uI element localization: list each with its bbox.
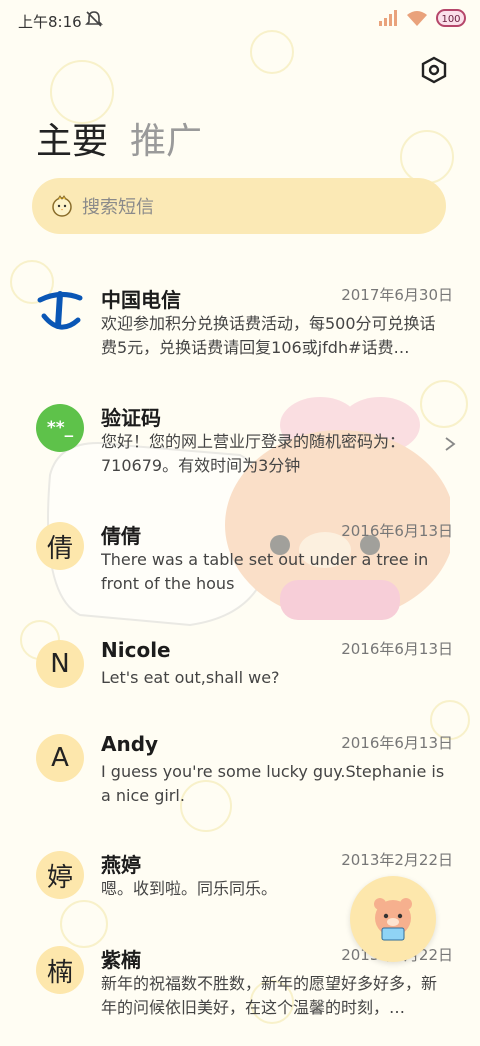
- conversation-item[interactable]: **_ 验证码 您好！您的网上营业厅登录的随机密码为：710679。有效时间为3…: [0, 404, 480, 504]
- chevron-right-icon[interactable]: [444, 436, 456, 452]
- conversation-name: 燕婷: [101, 853, 141, 877]
- settings-hex-icon[interactable]: [420, 56, 448, 84]
- conversation-item[interactable]: 楠 紫楠 2013年2月22日 新年的祝福数不胜数，新年的愿望好多好多，新年的问…: [0, 946, 480, 1046]
- battery-indicator: 100: [436, 9, 466, 27]
- conversation-preview: There was a table set out under a tree i…: [101, 550, 429, 593]
- contact-avatar: 楠: [36, 946, 84, 994]
- status-time: 上午8:16: [18, 13, 82, 31]
- conversation-preview: 您好！您的网上营业厅登录的随机密码为：710679。有效时间为3分钟: [101, 432, 406, 475]
- tab-bar: 主要 推广: [36, 112, 202, 164]
- conversation-preview: 欢迎参加积分兑换话费活动，每500分可兑换话费5元，兑换话费请回复106或jfd…: [101, 314, 436, 357]
- compose-button[interactable]: [350, 876, 436, 962]
- conversation-item[interactable]: 倩 倩倩 2016年6月13日 There was a table set ou…: [0, 522, 480, 622]
- conversation-name: 紫楠: [101, 948, 141, 972]
- conversation-name: 倩倩: [101, 524, 141, 548]
- conversation-date: 2016年6月13日: [341, 640, 453, 658]
- bear-compose-icon: [374, 898, 412, 941]
- mute-icon: [85, 11, 103, 27]
- china-telecom-logo-icon: [37, 291, 83, 330]
- conversation-date: 2016年6月13日: [341, 734, 453, 752]
- conversation-date: 2017年6月30日: [341, 286, 453, 304]
- wifi-icon: [407, 11, 427, 26]
- status-bar: 上午8:16 100: [0, 0, 480, 40]
- tab-promo[interactable]: 推广: [130, 112, 202, 164]
- conversation-item[interactable]: N Nicole 2016年6月13日 Let's eat out,shall …: [0, 638, 480, 740]
- conversation-date: 2013年2月22日: [341, 851, 453, 869]
- conversation-preview: Let's eat out,shall we?: [101, 668, 280, 687]
- conversation-name: Andy: [101, 732, 159, 756]
- tab-main[interactable]: 主要: [36, 112, 108, 164]
- chick-search-icon: [52, 195, 72, 217]
- conversation-item[interactable]: A Andy 2016年6月13日 I guess you're some lu…: [0, 732, 480, 834]
- conversation-date: 2016年6月13日: [341, 522, 453, 540]
- search-placeholder: 搜索短信: [82, 197, 154, 218]
- conversation-name: Nicole: [101, 638, 171, 662]
- status-right: 100: [378, 9, 466, 27]
- conversation-name: 中国电信: [101, 288, 181, 312]
- signal-icon: [379, 10, 397, 26]
- search-input[interactable]: 搜索短信: [32, 178, 446, 234]
- contact-avatar: N: [36, 640, 84, 688]
- contact-avatar: 婷: [36, 851, 84, 899]
- verify-code-avatar: **_: [36, 404, 84, 452]
- conversation-preview: 新年的祝福数不胜数，新年的愿望好多好多，新年的问候依旧美好，在这个温馨的时刻，…: [101, 974, 438, 1017]
- contact-avatar: 倩: [36, 522, 84, 570]
- conversation-preview: I guess you're some lucky guy.Stephanie …: [101, 762, 445, 805]
- conversation-item[interactable]: 中国电信 2017年6月30日 欢迎参加积分兑换话费活动，每500分可兑换话费5…: [0, 286, 480, 386]
- contact-avatar: A: [36, 734, 84, 782]
- conversation-name: 验证码: [101, 406, 161, 430]
- telecom-logo-avatar: [36, 286, 84, 334]
